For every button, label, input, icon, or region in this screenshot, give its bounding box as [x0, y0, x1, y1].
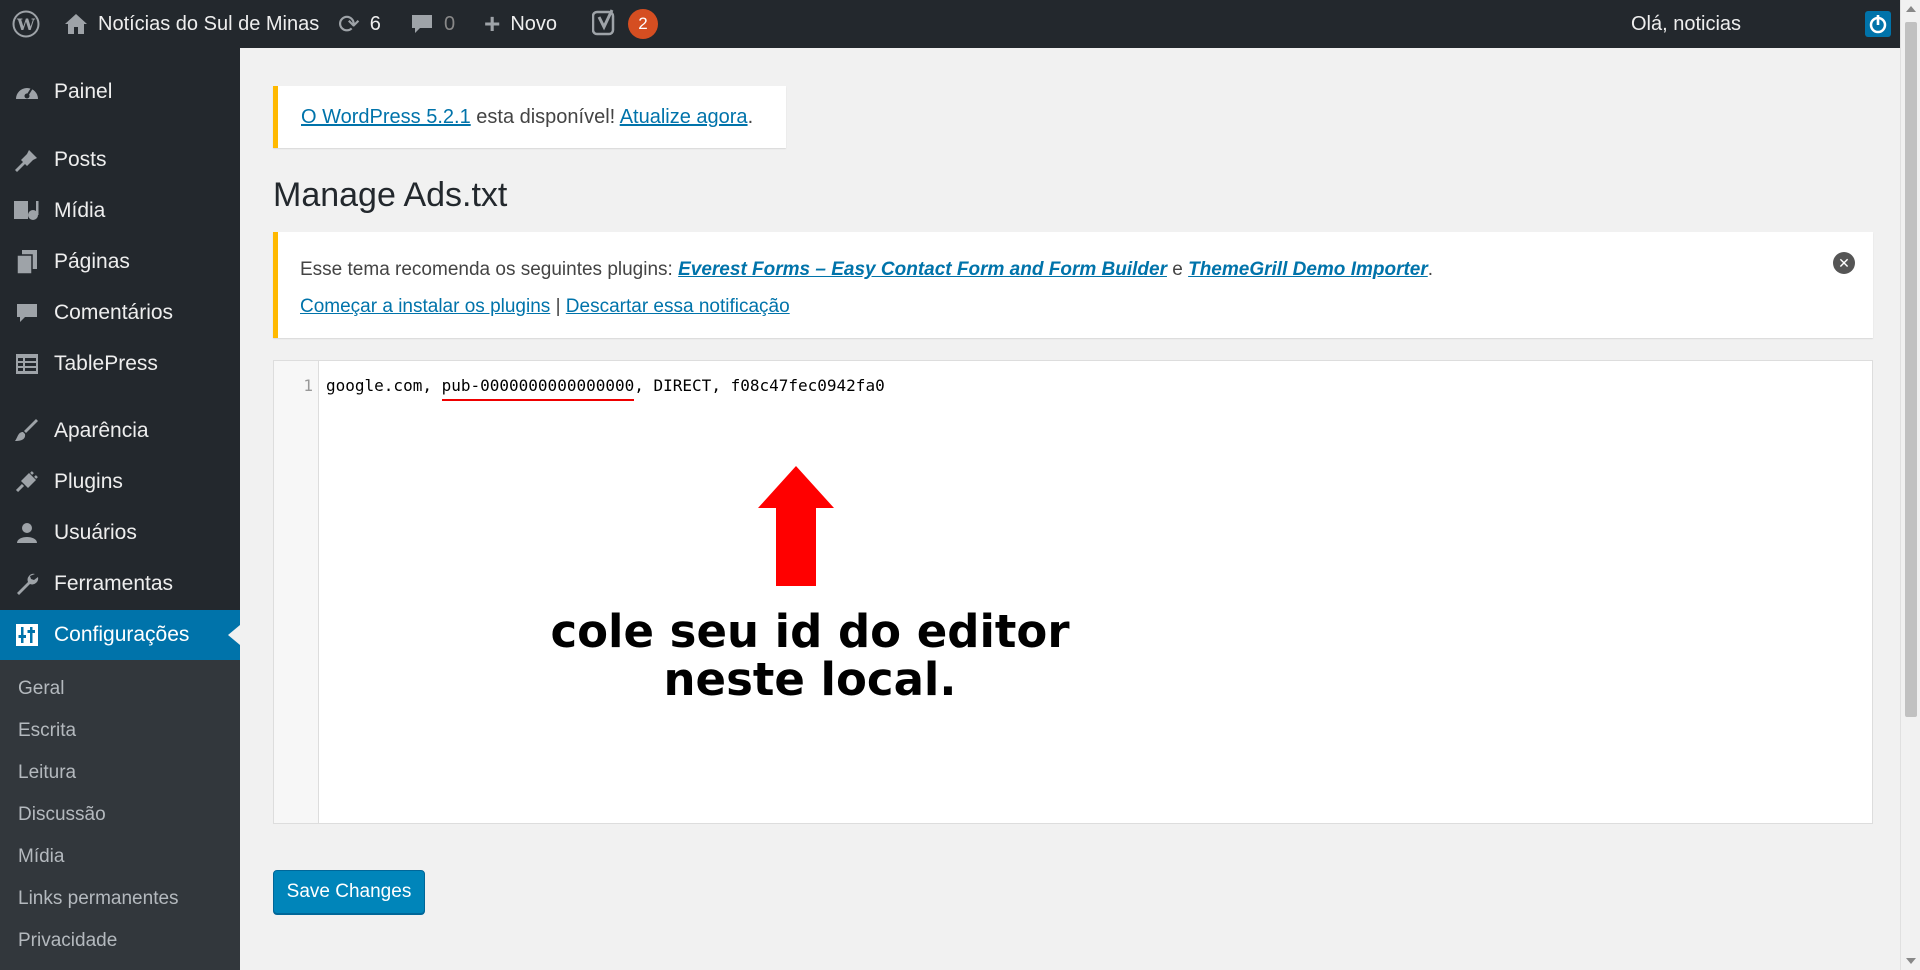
- dashboard-icon: [0, 81, 54, 103]
- close-icon[interactable]: ✕: [1833, 252, 1855, 274]
- everest-forms-link[interactable]: Everest Forms – Easy Contact Form and Fo…: [678, 259, 1167, 280]
- code-line[interactable]: google.com, pub-0000000000000000, DIRECT…: [326, 376, 885, 401]
- yoast-icon: [592, 9, 618, 39]
- plugin-notice-end: .: [1427, 259, 1434, 280]
- sidebar-item-painel[interactable]: Painel: [0, 67, 240, 117]
- page-title: Manage Ads.txt: [273, 176, 508, 214]
- main-content: O WordPress 5.2.1 esta disponível! Atual…: [240, 48, 1900, 970]
- scroll-thumb[interactable]: [1905, 22, 1917, 717]
- yoast-link[interactable]: 2: [592, 0, 658, 48]
- new-label: Novo: [510, 12, 558, 35]
- greeting-text: Olá, noticias: [1631, 12, 1742, 35]
- sidebar-item-tablepress[interactable]: TablePress: [0, 339, 240, 389]
- submenu-item-escrita[interactable]: Escrita: [18, 720, 76, 742]
- sidebar-item-label: Plugins: [54, 470, 123, 493]
- update-now-link[interactable]: Atualize agora: [620, 106, 748, 128]
- themegrill-demo-importer-link[interactable]: ThemeGrill Demo Importer: [1188, 259, 1428, 280]
- site-name-link[interactable]: Notícias do Sul de Minas: [64, 0, 319, 48]
- media-icon: [0, 199, 54, 223]
- save-changes-button[interactable]: Save Changes: [273, 870, 425, 914]
- comments-count: 0: [444, 12, 456, 35]
- pages-icon: [0, 250, 54, 274]
- sidebar-item-configuracoes[interactable]: Configurações: [0, 610, 240, 660]
- svg-text:W: W: [16, 15, 36, 34]
- line-number: 1: [303, 376, 313, 395]
- annotation-line-1: cole seu id do editor: [550, 605, 1070, 658]
- account-greeting[interactable]: Olá, noticias: [1631, 0, 1741, 48]
- admin-bar: W Notícias do Sul de Minas ⟳ 6 0 + Novo …: [0, 0, 1900, 48]
- plug-icon: [0, 470, 54, 494]
- sidebar-item-label: Painel: [54, 80, 113, 103]
- comment-icon: [0, 302, 54, 324]
- link-separator: |: [550, 296, 566, 317]
- submenu-item-links-permanentes[interactable]: Links permanentes: [18, 888, 179, 910]
- sidebar-item-midia[interactable]: Mídia: [0, 186, 240, 236]
- submenu-item-midia[interactable]: Mídia: [18, 846, 64, 868]
- comment-icon: [410, 13, 434, 35]
- scroll-up-icon[interactable]: [1906, 6, 1916, 12]
- settings-submenu: Geral Escrita Leitura Discussão Mídia Li…: [0, 660, 240, 970]
- comments-link[interactable]: 0: [410, 0, 455, 48]
- sidebar-item-label: Aparência: [54, 419, 149, 442]
- sidebar-item-label: Configurações: [54, 623, 190, 646]
- yoast-badge: 2: [628, 9, 658, 39]
- scroll-down-icon[interactable]: [1906, 958, 1916, 964]
- user-icon: [0, 522, 54, 544]
- sidebar-item-label: TablePress: [54, 352, 158, 375]
- sidebar-item-paginas[interactable]: Páginas: [0, 237, 240, 287]
- ads-txt-editor[interactable]: 1 google.com, pub-0000000000000000, DIRE…: [273, 360, 1873, 824]
- plus-icon: +: [484, 8, 501, 39]
- pin-icon: [0, 148, 54, 172]
- site-name: Notícias do Sul de Minas: [98, 12, 320, 35]
- sidebar-item-comentarios[interactable]: Comentários: [0, 288, 240, 338]
- wrench-icon: [0, 572, 54, 596]
- updates-count: 6: [369, 12, 381, 35]
- sidebar-item-label: Mídia: [54, 199, 106, 222]
- update-notice-text: esta disponível!: [470, 105, 620, 128]
- settings-icon: [0, 623, 54, 647]
- wordpress-version-link[interactable]: O WordPress 5.2.1: [301, 106, 471, 128]
- refresh-icon: ⟳: [338, 8, 360, 39]
- sidebar-item-label: Comentários: [54, 301, 174, 324]
- new-content-link[interactable]: + Novo: [484, 0, 557, 48]
- code-suffix: , DIRECT, f08c47fec0942fa0: [634, 376, 885, 395]
- power-icon[interactable]: [1865, 0, 1891, 48]
- editor-gutter: 1: [274, 361, 319, 823]
- annotation-line-2: neste local.: [663, 653, 957, 706]
- sidebar-item-posts[interactable]: Posts: [0, 135, 240, 185]
- sidebar-item-plugins[interactable]: Plugins: [0, 457, 240, 507]
- table-icon: [0, 353, 54, 375]
- publisher-id: pub-0000000000000000: [441, 376, 635, 401]
- plugin-notice-conj: e: [1166, 259, 1189, 280]
- update-notice-end: .: [747, 105, 754, 128]
- submenu-item-geral[interactable]: Geral: [18, 678, 64, 700]
- sidebar-item-label: Ferramentas: [54, 572, 174, 595]
- submenu-item-leitura[interactable]: Leitura: [18, 762, 76, 784]
- sidebar-item-aparencia[interactable]: Aparência: [0, 406, 240, 456]
- submenu-item-privacidade[interactable]: Privacidade: [18, 930, 117, 952]
- plugin-notice-text: Esse tema recomenda os seguintes plugins…: [300, 259, 679, 280]
- install-plugins-link[interactable]: Começar a instalar os plugins: [300, 296, 550, 317]
- code-domain: google.com,: [326, 376, 442, 395]
- admin-sidebar: Painel Posts Mídia Páginas Comentários T…: [0, 48, 240, 970]
- update-notice: O WordPress 5.2.1 esta disponível! Atual…: [273, 86, 786, 148]
- dismiss-notice-link[interactable]: Descartar essa notificação: [566, 296, 790, 317]
- red-arrow-up-icon: [758, 466, 834, 591]
- wordpress-logo-icon[interactable]: W: [12, 0, 40, 48]
- plugin-recommendation-notice: Esse tema recomenda os seguintes plugins…: [273, 232, 1873, 338]
- sidebar-item-label: Usuários: [54, 521, 137, 544]
- annotation-text: cole seu id do editor neste local.: [510, 608, 1110, 704]
- updates-link[interactable]: ⟳ 6: [338, 0, 381, 48]
- sidebar-item-usuarios[interactable]: Usuários: [0, 508, 240, 558]
- home-icon: [64, 13, 88, 35]
- submenu-item-discussao[interactable]: Discussão: [18, 804, 106, 826]
- sidebar-item-label: Posts: [54, 148, 107, 171]
- sidebar-item-ferramentas[interactable]: Ferramentas: [0, 559, 240, 609]
- brush-icon: [0, 419, 54, 443]
- page-scrollbar[interactable]: [1900, 0, 1920, 970]
- sidebar-item-label: Páginas: [54, 250, 130, 273]
